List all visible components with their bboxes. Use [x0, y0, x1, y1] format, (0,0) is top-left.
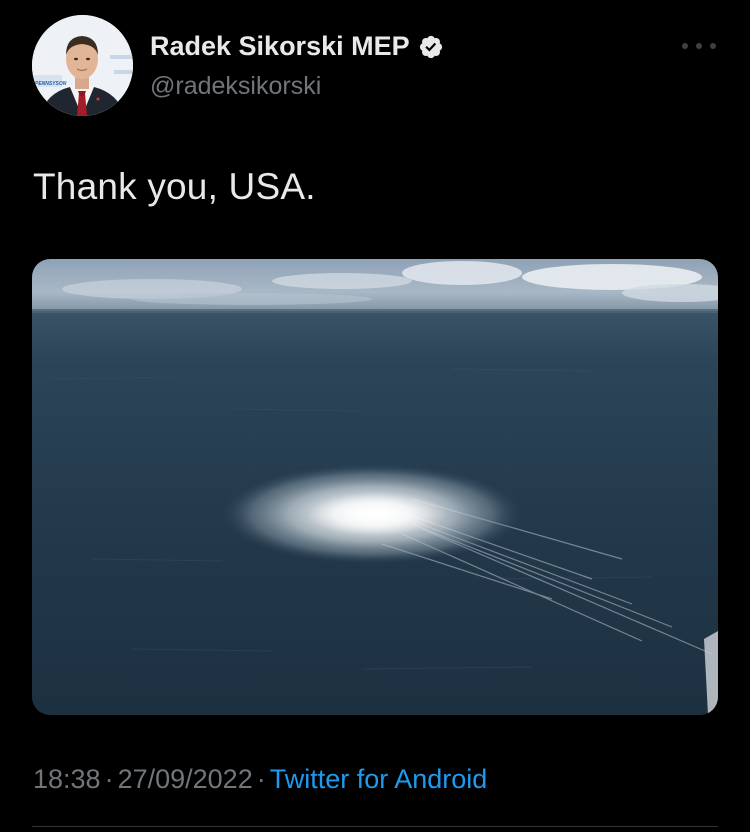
- tweet-text: Thank you, USA.: [33, 166, 316, 207]
- divider: [32, 826, 718, 827]
- meta-separator-2: ·: [256, 764, 266, 794]
- tweet-media-image[interactable]: [32, 259, 718, 715]
- author-name[interactable]: Radek Sikorski MEP: [150, 31, 444, 62]
- avatar[interactable]: PENNSYSON: [32, 15, 133, 116]
- tweet-meta: 18:38 · 27/09/2022 · Twitter for Android: [33, 764, 487, 795]
- more-options-icon[interactable]: [682, 36, 716, 56]
- verified-badge-icon: [418, 34, 444, 60]
- tweet-date: 27/09/2022: [117, 764, 253, 794]
- tweet-source-link[interactable]: Twitter for Android: [270, 764, 488, 794]
- tweet-time: 18:38: [33, 764, 101, 794]
- author-name-text[interactable]: Radek Sikorski MEP: [150, 31, 410, 62]
- author-handle[interactable]: @radeksikorski: [150, 72, 321, 101]
- svg-text:PENNSYSON: PENNSYSON: [35, 81, 67, 87]
- meta-separator: ·: [104, 764, 114, 794]
